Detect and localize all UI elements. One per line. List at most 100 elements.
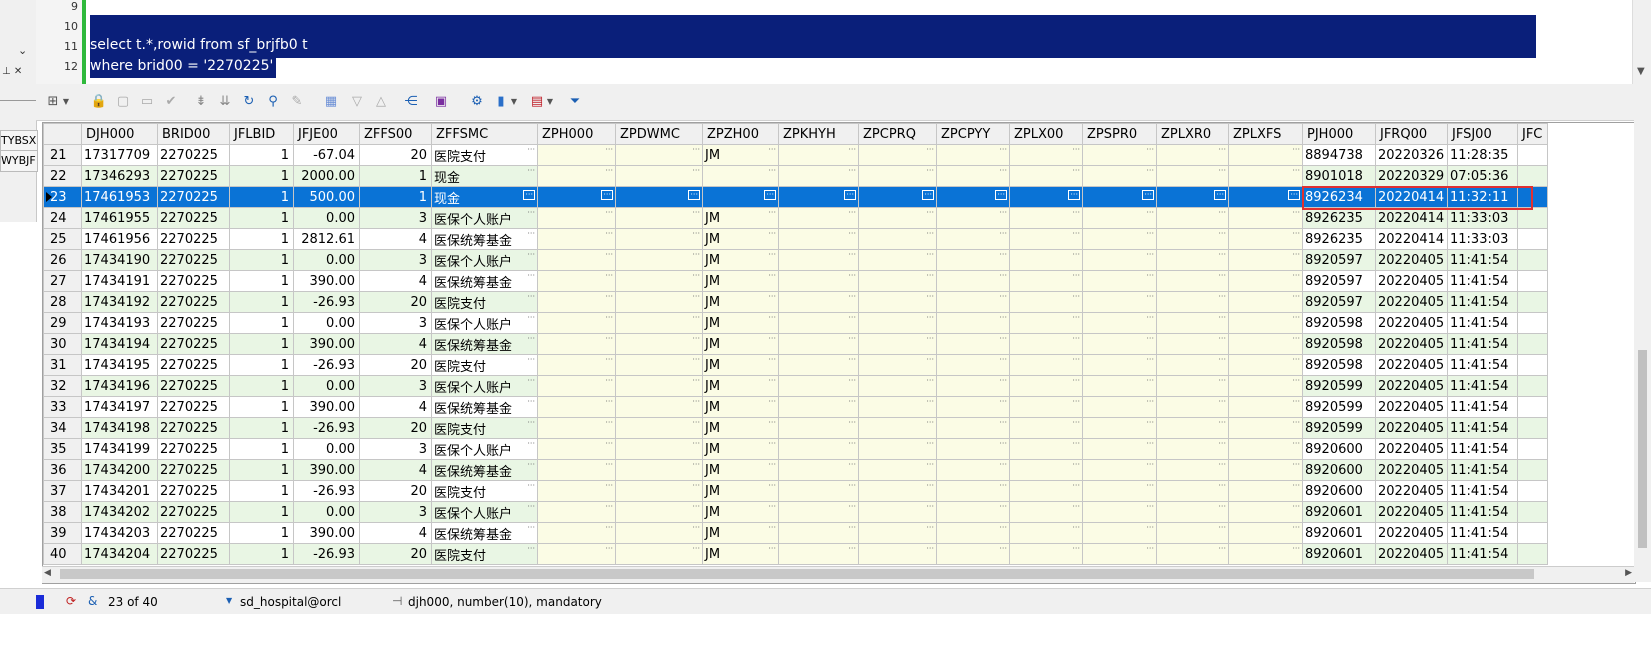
cell-jfje00[interactable]: -26.93 [293,543,360,565]
cell-editor-button-icon[interactable]: ··· [999,440,1007,448]
cell-editor-button-icon[interactable]: ··· [1072,524,1080,532]
cell-djh000[interactable]: 17461953 [81,186,158,208]
cell-zpzh00[interactable]: JM ··· [702,438,779,460]
cell-editor-button-icon[interactable]: ··· [1146,482,1154,490]
cell-djh000[interactable]: 17434198 [81,417,158,439]
cell-zpkhyh[interactable]: ··· [778,249,859,271]
cell-zplxr0[interactable]: ··· [1156,438,1229,460]
cell-zffs00[interactable]: 4 [359,270,432,292]
cell-zpkhyh[interactable]: ··· [778,228,859,250]
cell-editor-button-icon[interactable]: ··· [926,314,934,322]
cell-zffsmc[interactable]: 医院支付 ··· [431,354,538,376]
table-row[interactable]: 26 17434190 2270225 1 0.00 3 医保个人账户 ··· ··· ··· JM… [43,249,1548,271]
cell-jfrq00[interactable]: 20220414 [1375,207,1448,229]
table-row[interactable]: 29 17434193 2270225 1 0.00 3 医保个人账户 ··· ··· ··· JM… [43,312,1548,334]
cell-pjh000[interactable]: 8920597 [1302,270,1376,292]
cell-zplxfs[interactable]: ··· [1228,501,1303,523]
cell-editor-button-icon[interactable]: ··· [1218,314,1226,322]
cell-zplxfs[interactable]: ··· [1228,417,1303,439]
cell-editor-button-icon[interactable]: ··· [1072,230,1080,238]
cell-zpkhyh[interactable]: ··· [778,354,859,376]
cell-editor-button-icon[interactable]: ··· [1146,419,1154,427]
cell-editor-button-icon[interactable]: ··· [926,503,934,511]
cell-editor-button-icon[interactable]: ··· [768,545,776,553]
cell-editor-button-icon[interactable]: ··· [1292,503,1300,511]
cell-editor-button-icon[interactable]: ··· [999,356,1007,364]
cell-editor-button-icon[interactable]: ··· [926,545,934,553]
cell-editor-button-icon[interactable]: ··· [768,524,776,532]
cell-editor-button-icon[interactable]: ··· [1292,230,1300,238]
table-row[interactable]: 32 17434196 2270225 1 0.00 3 医保个人账户 ··· ··· ··· JM… [43,375,1548,397]
cell-editor-button-icon[interactable]: ··· [848,146,856,154]
cell-editor-button-icon[interactable]: ··· [692,293,700,301]
cell-zplxfs[interactable]: ··· [1228,249,1303,271]
cell-zph000[interactable]: ··· [537,417,616,439]
cell-editor-button-icon[interactable]: ··· [1292,524,1300,532]
column-header[interactable]: JFC [1517,123,1548,145]
cell-jfc[interactable] [1517,249,1548,271]
row-number[interactable]: 26 [43,249,82,271]
cell-djh000[interactable]: 17434196 [81,375,158,397]
cell-zplxfs[interactable]: ··· [1228,543,1303,565]
cell-zpcprq[interactable]: ··· [858,438,937,460]
grid-options-icon[interactable]: ⊞ [44,93,62,111]
dock-item-tybsx[interactable]: TYBSX [0,130,38,152]
cell-brid00[interactable]: 2270225 [157,144,230,166]
cell-zpzh00[interactable]: JM ··· [702,207,779,229]
cell-brid00[interactable]: 2270225 [157,501,230,523]
cell-editor-button-icon[interactable]: ··· [692,272,700,280]
cell-zpcpyy[interactable]: ··· [936,228,1010,250]
cell-zph000[interactable]: ··· [537,543,616,565]
cell-editor-button-icon[interactable]: ··· [601,190,613,200]
column-header[interactable]: ZPLXR0 [1156,123,1229,145]
cell-zpcpyy[interactable]: ··· [936,207,1010,229]
row-number[interactable]: 39 [43,522,82,544]
cell-zpkhyh[interactable]: ··· [778,186,859,208]
cell-jfje00[interactable]: 2000.00 [293,165,360,187]
cell-zph000[interactable]: ··· [537,501,616,523]
cell-zpspr0[interactable]: ··· [1082,165,1157,187]
cell-jflbid[interactable]: 1 [229,312,294,334]
cell-editor-button-icon[interactable]: ··· [926,251,934,259]
cell-zpzh00[interactable]: JM ··· [702,354,779,376]
cell-zpspr0[interactable]: ··· [1082,291,1157,313]
cell-editor-button-icon[interactable]: ··· [1072,314,1080,322]
save-icon[interactable]: ▣ [432,93,450,111]
sort-down-icon[interactable]: ▽ [348,93,366,111]
cell-jfrq00[interactable]: 20220405 [1375,459,1448,481]
column-header[interactable]: DJH000 [81,123,158,145]
cell-jflbid[interactable]: 1 [229,417,294,439]
cell-jflbid[interactable]: 1 [229,165,294,187]
column-header[interactable]: ZPSPR0 [1082,123,1157,145]
row-number[interactable]: 21 [43,144,82,166]
cell-editor-button-icon[interactable]: ··· [1292,419,1300,427]
table-row[interactable]: 30 17434194 2270225 1 390.00 4 医保统筹基金 ··· ··· ···… [43,333,1548,355]
cell-pjh000[interactable]: 8920597 [1302,249,1376,271]
cell-zpcpyy[interactable]: ··· [936,291,1010,313]
cell-editor-button-icon[interactable]: ··· [1292,209,1300,217]
cell-jflbid[interactable]: 1 [229,291,294,313]
cell-jfsj00[interactable]: 11:41:54 [1447,249,1518,271]
cell-zplxfs[interactable]: ··· [1228,375,1303,397]
cell-zpspr0[interactable]: ··· [1082,144,1157,166]
cell-editor-button-icon[interactable]: ··· [692,377,700,385]
cell-zpkhyh[interactable]: ··· [778,501,859,523]
table-row[interactable]: 40 17434204 2270225 1 -26.93 20 医院支付 ··· ··· ··· J… [43,543,1548,565]
dock-item-wybjf[interactable]: WYBJF [0,150,38,172]
cell-jfje00[interactable]: 0.00 [293,207,360,229]
cell-zpspr0[interactable]: ··· [1082,228,1157,250]
column-header[interactable]: PJH000 [1302,123,1376,145]
cell-editor-button-icon[interactable]: ··· [999,398,1007,406]
cell-pjh000[interactable]: 8901018 [1302,165,1376,187]
cell-zph000[interactable]: ··· [537,249,616,271]
cell-editor-button-icon[interactable]: ··· [527,272,535,280]
table-view-dropdown-icon[interactable]: ▼ [546,93,554,111]
column-header[interactable]: JFRQ00 [1375,123,1448,145]
cell-editor-button-icon[interactable]: ··· [768,272,776,280]
cell-zpdwmc[interactable]: ··· [615,207,703,229]
cell-zpkhyh[interactable]: ··· [778,543,859,565]
cell-zplxr0[interactable]: ··· [1156,144,1229,166]
cell-djh000[interactable]: 17461955 [81,207,158,229]
cell-zplxfs[interactable]: ··· [1228,354,1303,376]
column-header[interactable]: ZPZH00 [702,123,779,145]
